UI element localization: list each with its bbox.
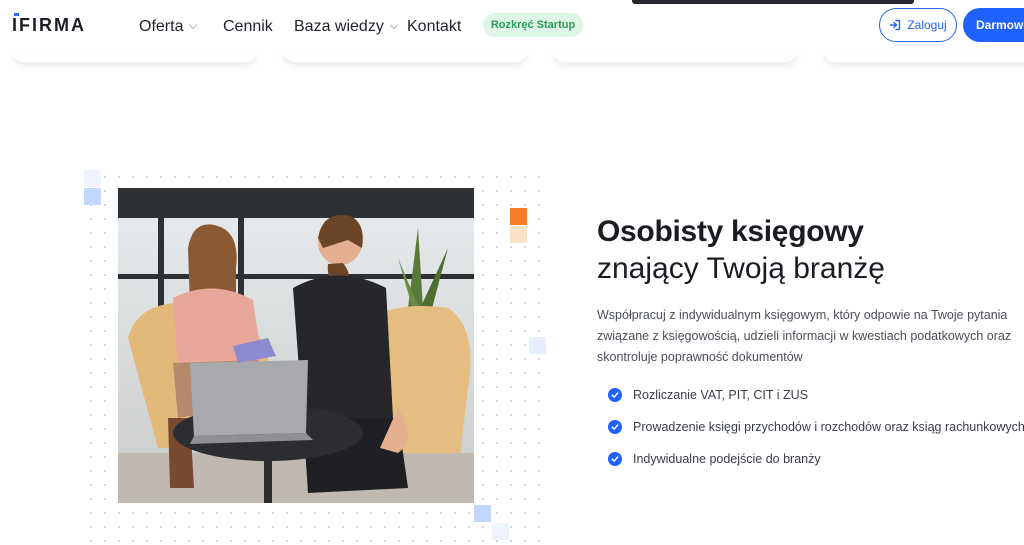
- check-circle-icon: [608, 452, 622, 466]
- photo-illustration: [118, 188, 474, 503]
- login-arrow-icon: [890, 19, 901, 31]
- popup-edge: [632, 0, 914, 4]
- card-edge: [283, 50, 528, 62]
- nav-oferta[interactable]: Oferta: [139, 18, 198, 36]
- logo-text: IFIRMA: [12, 15, 86, 35]
- section-title-light: znający Twoją branżę: [597, 252, 885, 285]
- check-circle-icon: [608, 388, 622, 402]
- feature-item: Rozliczanie VAT, PIT, CIT i ZUS: [608, 388, 808, 402]
- deco-square: [84, 188, 101, 205]
- accountant-photo: [118, 188, 474, 503]
- card-edge: [12, 50, 257, 62]
- feature-label: Indywidualne podejście do branży: [633, 452, 821, 466]
- chevron-down-icon: [189, 20, 198, 30]
- section-title-bold: Osobisty księgowy: [597, 215, 864, 248]
- feature-item: Prowadzenie księgi przychodów i rozchodó…: [608, 420, 1024, 434]
- feature-label: Rozliczanie VAT, PIT, CIT i ZUS: [633, 388, 809, 402]
- chevron-down-icon: [389, 20, 399, 30]
- feature-item: Indywidualne podejście do branży: [608, 452, 821, 466]
- deco-square: [84, 170, 101, 187]
- nav-baza-wiedzy[interactable]: Baza wiedzy: [294, 18, 399, 36]
- feature-label: Prowadzenie księgi przychodów i rozchodó…: [633, 420, 1024, 434]
- login-button[interactable]: Zaloguj: [879, 8, 957, 42]
- deco-square: [474, 505, 491, 522]
- deco-square: [529, 337, 546, 354]
- deco-square: [492, 523, 509, 540]
- free-trial-button[interactable]: Darmowe: [963, 8, 1024, 42]
- nav-cennik[interactable]: Cennik: [223, 18, 273, 36]
- site-header: IFIRMA Oferta Cennik Baza wiedzy Kontakt…: [0, 0, 1024, 50]
- section-description: Współpracuj z indywidualnym księgowym, k…: [597, 308, 1012, 364]
- nav-kontakt[interactable]: Kontakt: [407, 18, 461, 36]
- startup-button[interactable]: Rozkręć Startup: [483, 13, 583, 37]
- nav-oferta-label: Oferta: [139, 18, 184, 35]
- login-label: Zaloguj: [907, 18, 947, 32]
- deco-square: [510, 208, 527, 225]
- check-circle-icon: [608, 420, 622, 434]
- nav-cennik-label: Cennik: [223, 18, 273, 35]
- ifirma-logo[interactable]: IFIRMA: [12, 13, 84, 36]
- card-edge: [553, 50, 798, 62]
- nav-baza-wiedzy-label: Baza wiedzy: [294, 18, 384, 35]
- deco-square: [510, 226, 527, 243]
- card-edge: [823, 50, 1024, 62]
- nav-kontakt-label: Kontakt: [407, 18, 462, 35]
